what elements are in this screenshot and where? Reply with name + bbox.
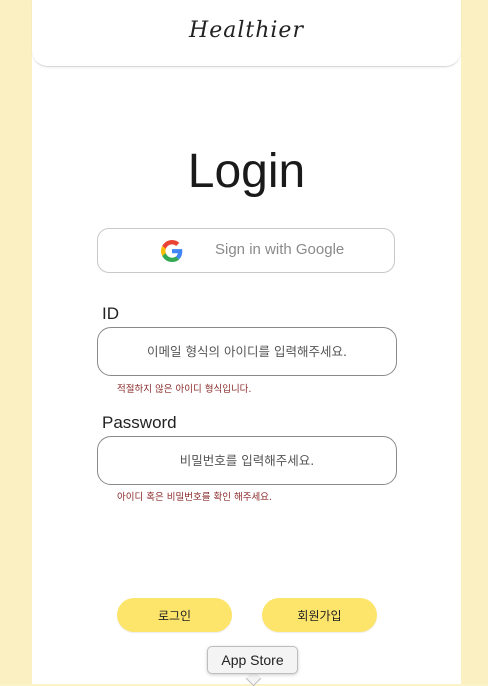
password-input[interactable] [97,436,397,485]
password-label: Password [102,413,177,432]
left-margin [0,0,32,684]
google-signin-button[interactable]: Sign in with Google [97,228,395,273]
app-logo[interactable]: Healthier [189,18,304,43]
signup-button[interactable]: 회원가입 [262,598,377,632]
id-input[interactable] [97,327,397,376]
tooltip-text: App Store [221,652,284,668]
id-label: ID [102,304,119,323]
login-button[interactable]: 로그인 [117,598,232,632]
id-error-message: 적절하지 않은 아이디 형식입니다. [117,384,252,395]
google-icon [161,240,183,262]
header: Healthier [32,0,461,67]
right-margin [461,0,488,684]
google-signin-label: Sign in with Google [215,241,345,258]
page-title: Login [187,145,306,198]
login-card: Healthier Login Sign in with Google ID 적… [32,0,461,684]
app-store-tooltip: App Store [207,646,298,674]
password-error-message: 아이디 혹은 비밀번호를 확인 해주세요. [117,492,272,503]
